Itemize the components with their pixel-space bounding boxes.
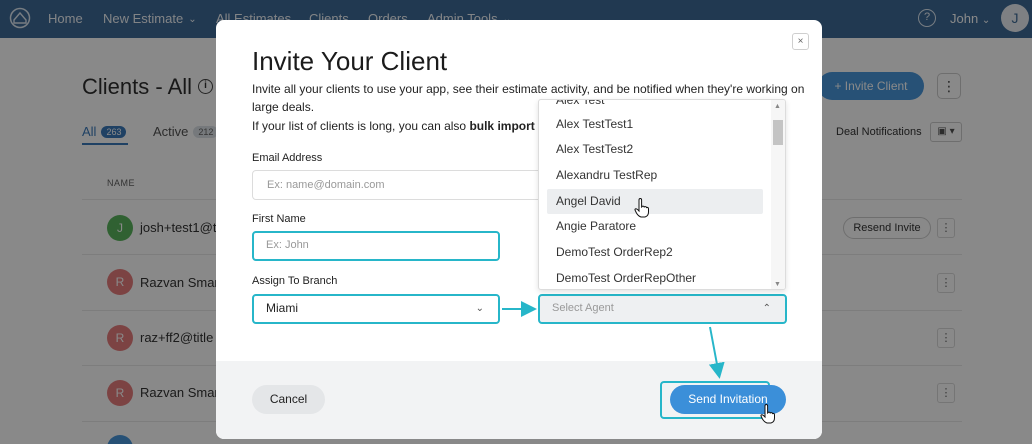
annotation-arrows <box>502 301 725 379</box>
hand-cursor-icon <box>760 404 775 424</box>
arrow-agent-to-send <box>708 326 725 379</box>
hand-cursor-icon <box>634 198 649 218</box>
